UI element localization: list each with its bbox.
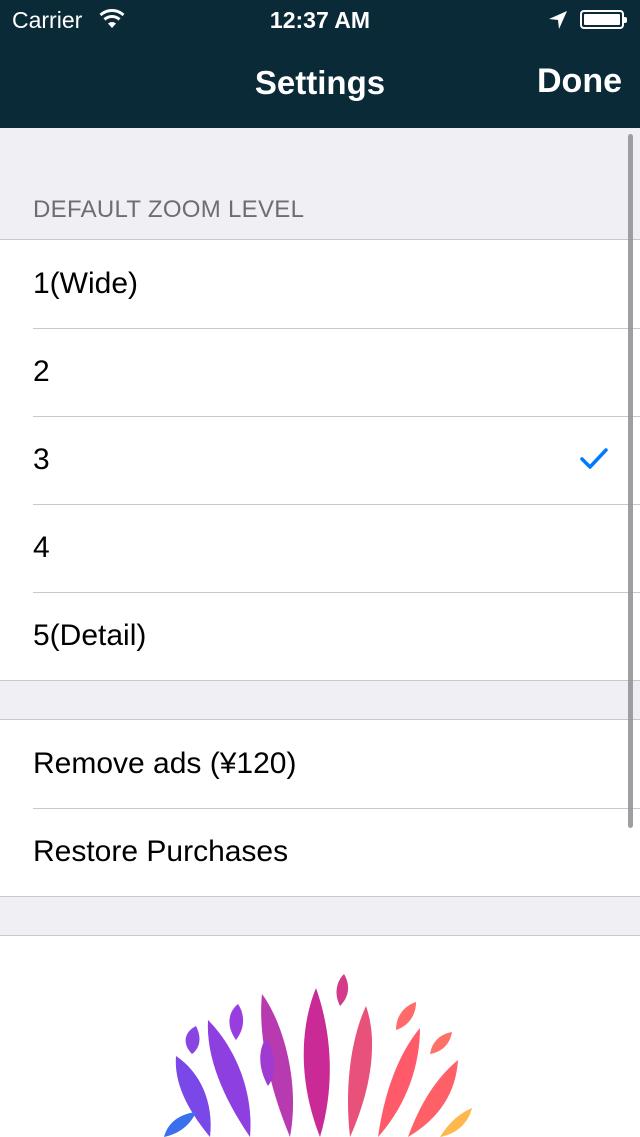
- zoom-option-4[interactable]: 4: [0, 504, 640, 592]
- location-icon: [549, 11, 567, 29]
- zoom-option-label: 2: [33, 355, 50, 388]
- app-logo-image: [164, 974, 472, 1137]
- zoom-level-list: 1(Wide) 2 3 4 5(Detail): [0, 239, 640, 681]
- zoom-option-1[interactable]: 1(Wide): [0, 240, 640, 328]
- remove-ads-label: Remove ads (¥120): [33, 747, 297, 780]
- purchase-list: Remove ads (¥120) Restore Purchases: [0, 719, 640, 897]
- battery-icon: [580, 10, 627, 29]
- zoom-option-5[interactable]: 5(Detail): [0, 592, 640, 680]
- navigation-bar: Carrier 12:37 AM Settings Done: [0, 0, 640, 128]
- zoom-option-label: 4: [33, 531, 50, 564]
- zoom-option-label: 5(Detail): [33, 619, 147, 652]
- zoom-section-header: DEFAULT ZOOM LEVEL: [33, 196, 305, 223]
- app-logo-footer: [0, 935, 640, 1137]
- checkmark-icon: [580, 448, 608, 469]
- zoom-option-label: 3: [33, 443, 50, 476]
- zoom-option-3[interactable]: 3: [0, 416, 640, 504]
- restore-purchases-button[interactable]: Restore Purchases: [0, 808, 640, 896]
- scroll-indicator[interactable]: [628, 134, 633, 828]
- zoom-option-2[interactable]: 2: [0, 328, 640, 416]
- zoom-option-label: 1(Wide): [33, 267, 139, 300]
- restore-purchases-label: Restore Purchases: [33, 835, 289, 868]
- remove-ads-button[interactable]: Remove ads (¥120): [0, 720, 640, 808]
- status-time: 12:37 AM: [269, 7, 371, 33]
- done-button[interactable]: Done: [537, 62, 622, 101]
